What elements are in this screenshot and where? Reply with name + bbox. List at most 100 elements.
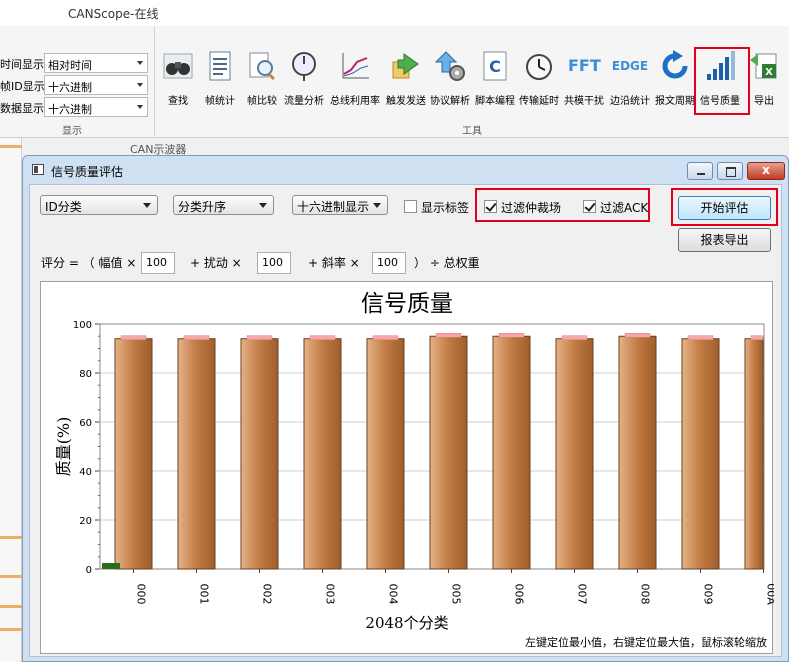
y-tick-label: 0: [86, 565, 92, 576]
x-tick-label: 004: [387, 584, 400, 605]
arrow-send-icon: [392, 53, 419, 79]
frame-id-display-row: 帧ID显示 十六进制: [0, 75, 152, 95]
highlight-start-button: [671, 188, 778, 226]
y-tick-label: 80: [79, 369, 92, 380]
dialog-title: 信号质量评估: [51, 165, 124, 179]
bar-cap: [687, 335, 714, 340]
signal-quality-dialog: 信号质量评估 x ID分类 分类升序 十六进制显示 显示标签 过滤仲裁场 过滤A…: [22, 155, 789, 662]
bar-cap: [309, 335, 336, 340]
sort-order-select[interactable]: 分类升序: [173, 195, 274, 215]
chevron-down-icon: [373, 203, 381, 208]
maximize-button[interactable]: [717, 162, 743, 180]
id-classify-value: ID分类: [45, 200, 82, 214]
stopwatch-flow-icon: [292, 52, 316, 81]
tool-transfer-delay-button[interactable]: 传输延时: [517, 28, 561, 108]
formula-disturbance: + 扰动 ×: [190, 256, 242, 270]
bar: [492, 335, 531, 570]
show-tags-box[interactable]: [404, 200, 417, 213]
bar: [177, 338, 216, 570]
bar: [618, 335, 657, 570]
chart-title: 信号质量: [361, 291, 453, 317]
bar-cap: [120, 335, 147, 340]
binoculars-icon: [163, 53, 193, 79]
tool-bus-utilization-button[interactable]: 总线利用率: [330, 28, 380, 108]
display-group-label: 显示: [62, 126, 82, 137]
time-display-value: 相对时间: [48, 59, 92, 72]
bar: [555, 338, 594, 570]
x-tick-label: 009: [702, 584, 715, 605]
x-tick-label: 003: [324, 584, 337, 605]
close-button[interactable]: x: [747, 162, 785, 180]
left-stripe: [0, 145, 22, 148]
bar-cap: [498, 333, 525, 338]
chevron-down-icon: [137, 105, 143, 109]
frame-id-display-label: 帧ID显示: [0, 80, 45, 93]
report-export-button[interactable]: 报表导出: [678, 228, 771, 252]
edge-text: EDGE: [611, 59, 649, 73]
bar: [429, 335, 468, 570]
chart-svg[interactable]: 信号质量 0 20 40 60 80 100 质量(%) 000 001 002 003 004 005 0…: [41, 282, 774, 655]
highlight-filters: [475, 188, 650, 222]
tool-common-mode-button[interactable]: FFT 共模干扰: [562, 28, 606, 108]
chevron-down-icon: [259, 203, 267, 208]
show-tags-checkbox[interactable]: 显示标签: [404, 198, 474, 216]
chevron-down-icon: [137, 83, 143, 87]
app-title-bar: CANScope-在线: [0, 0, 789, 26]
bar: [681, 338, 720, 570]
close-icon: x: [762, 163, 770, 177]
tool-message-period-button[interactable]: 报文周期: [653, 28, 697, 108]
amplitude-weight-input[interactable]: 100: [141, 252, 175, 274]
bar-cap: [183, 335, 210, 340]
left-stripe: [0, 536, 22, 539]
fft-text: FFT: [568, 56, 601, 75]
refresh-icon: [662, 50, 688, 79]
bar-cap: [246, 335, 273, 340]
left-stripe: [0, 628, 22, 631]
x-tick-label: 006: [513, 584, 526, 605]
bar: [366, 338, 405, 570]
formula-suffix: ） ÷ 总权重: [414, 256, 480, 270]
time-display-label: 时间显示: [0, 58, 44, 71]
window-icon: [32, 164, 44, 175]
minimize-button[interactable]: [687, 162, 713, 180]
y-tick-label: 100: [73, 320, 92, 331]
background-tab-strip: CAN示波器: [22, 138, 789, 156]
sort-order-value: 分类升序: [178, 200, 227, 214]
x-tick-label: 00A: [765, 583, 775, 605]
tools-group-label: 工具: [462, 126, 482, 137]
amplitude-weight-value: 100: [146, 256, 167, 269]
x-tick-label: 000: [135, 584, 148, 605]
chevron-down-icon: [143, 203, 151, 208]
id-classify-select[interactable]: ID分类: [40, 195, 158, 215]
x-tick-label: 001: [198, 584, 211, 605]
data-display-select[interactable]: 十六进制: [44, 97, 148, 117]
bar-cap: [750, 335, 764, 340]
frame-id-display-select[interactable]: 十六进制: [44, 75, 148, 95]
dialog-title-bar[interactable]: 信号质量评估 x: [23, 156, 788, 184]
bar-cap: [435, 333, 462, 338]
tool-flow-analysis-button[interactable]: 流量分析: [282, 28, 326, 108]
disturbance-weight-input[interactable]: 100: [257, 252, 291, 274]
x-tick-label: 005: [450, 584, 463, 605]
time-display-select[interactable]: 相对时间: [44, 53, 148, 73]
tool-protocol-parse-button[interactable]: 协议解析: [428, 28, 472, 108]
slope-weight-input[interactable]: 100: [372, 252, 406, 274]
line-chart-icon: [342, 53, 369, 79]
x-tick-label: 007: [576, 584, 589, 605]
document-list-icon: [209, 51, 231, 81]
tool-flow-analysis-label: 流量分析: [284, 96, 324, 107]
hex-display-select[interactable]: 十六进制显示: [292, 195, 388, 215]
left-stripe: [0, 605, 22, 608]
bar: [240, 338, 279, 570]
chevron-down-icon: [137, 61, 143, 65]
display-group: 时间显示 相对时间 帧ID显示 十六进制 数据显示 十六进制: [0, 26, 155, 136]
gear-upload-icon: [434, 51, 465, 81]
fft-icon: FFT: [568, 50, 601, 82]
hex-display-value: 十六进制显示: [297, 200, 370, 214]
x-axis-label: 2048个分类: [365, 614, 448, 632]
bar-cap: [561, 335, 588, 340]
bar: [114, 338, 153, 570]
frame-id-display-value: 十六进制: [48, 81, 92, 94]
tool-edge-stats-button[interactable]: EDGE 边沿统计: [608, 28, 652, 108]
signal-quality-chart[interactable]: 信号质量 0 20 40 60 80 100 质量(%) 000 001 002 003 004 005 0…: [40, 281, 774, 655]
